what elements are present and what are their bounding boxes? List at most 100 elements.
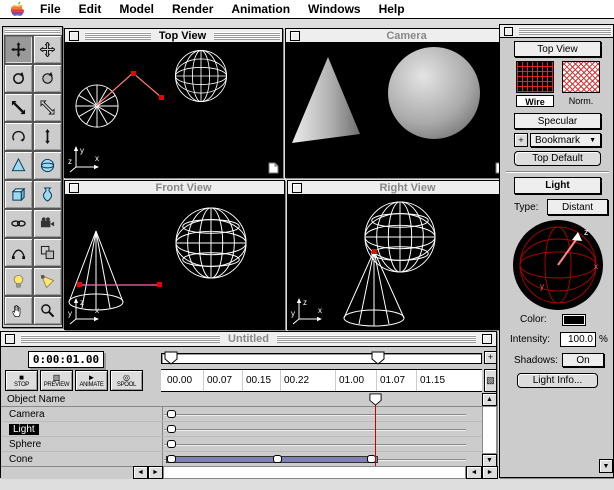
group-tool[interactable] (33, 238, 62, 267)
camera-tool[interactable] (33, 209, 62, 238)
shading-popup[interactable]: Specular (514, 113, 601, 129)
cube-tool[interactable] (4, 180, 33, 209)
light-track[interactable] (164, 429, 466, 430)
light-handle[interactable] (77, 282, 82, 287)
move-tool[interactable] (33, 35, 62, 64)
close-box[interactable] (290, 31, 300, 41)
close-box[interactable] (504, 27, 513, 36)
intensity-field[interactable] (560, 332, 596, 347)
viewport-camera-titlebar[interactable]: Camera (286, 29, 509, 43)
spotlight-tool[interactable] (33, 267, 62, 296)
viewport-camera-canvas[interactable] (286, 43, 509, 177)
menu-help[interactable]: Help (370, 2, 414, 16)
light-target-handle[interactable] (157, 282, 162, 287)
keyframe-marker[interactable] (167, 455, 176, 463)
object-name-camera[interactable]: Camera (1, 407, 163, 421)
lathe-tool[interactable] (33, 180, 62, 209)
link-tool[interactable] (4, 209, 33, 238)
viewport-right-titlebar[interactable]: Right View (288, 181, 509, 195)
name-scroll-left-button[interactable]: ◄ (133, 466, 148, 479)
menu-render[interactable]: Render (163, 2, 222, 16)
hand-tool[interactable] (4, 296, 33, 325)
rotate-view-icon (11, 71, 26, 86)
range-end-handle[interactable] (371, 351, 385, 365)
timeline-options-button[interactable]: ▧ (484, 369, 497, 392)
apple-menu[interactable] (10, 1, 25, 17)
cone-tool[interactable] (4, 151, 33, 180)
name-scroll-right-button[interactable]: ► (148, 466, 163, 479)
squash-tool[interactable] (33, 122, 62, 151)
keyframe-marker[interactable] (167, 440, 176, 448)
menu-animation[interactable]: Animation (222, 2, 299, 16)
intensity-unit: % (599, 334, 608, 345)
spool-button[interactable]: ◎ SPOOL (110, 370, 143, 391)
move-view-tool[interactable] (4, 35, 33, 64)
palette-drag-strip[interactable] (5, 29, 60, 34)
object-name-sphere[interactable]: Sphere (1, 437, 163, 451)
render-mode-normal-button[interactable] (562, 61, 600, 93)
timeline-zoom-in-button[interactable]: + (484, 351, 497, 364)
close-box[interactable] (5, 334, 15, 344)
shadows-popup[interactable]: On (562, 353, 604, 367)
light-handle[interactable] (131, 71, 136, 76)
object-popup[interactable]: Light (514, 177, 601, 194)
bookmark-popup[interactable]: Bookmark ▼ (530, 133, 601, 147)
bank-view-tool[interactable] (4, 122, 33, 151)
cone-duration-bar[interactable] (166, 456, 378, 463)
close-box[interactable] (69, 31, 79, 41)
menu-windows[interactable]: Windows (299, 2, 370, 16)
timeline-scroll-right-button[interactable]: ► (482, 466, 498, 479)
time-range-slider-track[interactable] (161, 353, 482, 364)
animate-button[interactable]: ► ANIMATE (75, 370, 108, 391)
viewport-right-canvas[interactable]: z x y (288, 195, 509, 329)
sphere-tool[interactable] (33, 151, 62, 180)
object-name-cone[interactable]: Cone (1, 452, 163, 467)
viewport-top-canvas[interactable]: y x z (65, 43, 282, 177)
scale-tool[interactable] (33, 93, 62, 122)
light-target-handle[interactable] (159, 95, 164, 100)
inspector-panel: Top View Wire Norm. Specular + Bookmark … (499, 24, 614, 478)
camera-track[interactable] (164, 414, 466, 415)
rotate-tool[interactable] (33, 64, 62, 93)
menu-edit[interactable]: Edit (70, 2, 111, 16)
rotate-view-tool[interactable] (4, 64, 33, 93)
sequencer-titlebar[interactable]: Untitled (1, 332, 496, 347)
stop-button[interactable]: ■ STOP (5, 370, 38, 391)
zoom-box[interactable] (482, 334, 492, 344)
inspector-scroll-down-button[interactable]: ▼ (599, 459, 613, 473)
light-tool[interactable] (4, 267, 33, 296)
inspector-titlebar[interactable] (500, 25, 613, 38)
rows-scrollbar-track[interactable] (482, 406, 497, 454)
sphere-track[interactable] (164, 444, 466, 445)
menu-file[interactable]: File (31, 2, 70, 16)
zoom-view-tool[interactable] (4, 93, 33, 122)
magnify-tool[interactable] (33, 296, 62, 325)
current-time-marker[interactable] (369, 393, 382, 406)
viewport-top-titlebar[interactable]: Top View (65, 29, 282, 43)
close-box[interactable] (292, 183, 302, 193)
path-tool[interactable] (4, 238, 33, 267)
view-default-button[interactable]: Top Default (514, 151, 601, 166)
object-name-light[interactable]: Light (1, 422, 163, 436)
light-info-button[interactable]: Light Info... (517, 373, 598, 388)
preview-button[interactable]: ▥ PREVIEW (40, 370, 73, 391)
keyframe-marker[interactable] (167, 425, 176, 433)
light-handle[interactable] (372, 249, 377, 254)
light-direction-trackball[interactable]: z x y (512, 219, 604, 311)
light-type-popup[interactable]: Distant (547, 199, 608, 215)
close-box[interactable] (69, 183, 79, 193)
viewport-front-canvas[interactable]: z x y (65, 195, 284, 329)
page-corner-icon[interactable] (268, 162, 279, 174)
bookmark-add-button[interactable]: + (514, 133, 528, 147)
view-popup[interactable]: Top View (514, 41, 601, 57)
menu-model[interactable]: Model (110, 2, 163, 16)
keyframe-marker[interactable] (273, 455, 282, 463)
light-color-swatch[interactable] (562, 314, 586, 326)
render-mode-wire-button[interactable] (516, 61, 554, 93)
timeline-scroll-left-button[interactable]: ◄ (466, 466, 482, 479)
range-start-handle[interactable] (164, 351, 178, 365)
keyframe-marker[interactable] (167, 410, 176, 418)
rows-scroll-up-button[interactable]: ▲ (482, 393, 497, 406)
viewport-front-titlebar[interactable]: Front View (65, 181, 284, 195)
timeline-hscroll-track[interactable] (163, 466, 466, 479)
